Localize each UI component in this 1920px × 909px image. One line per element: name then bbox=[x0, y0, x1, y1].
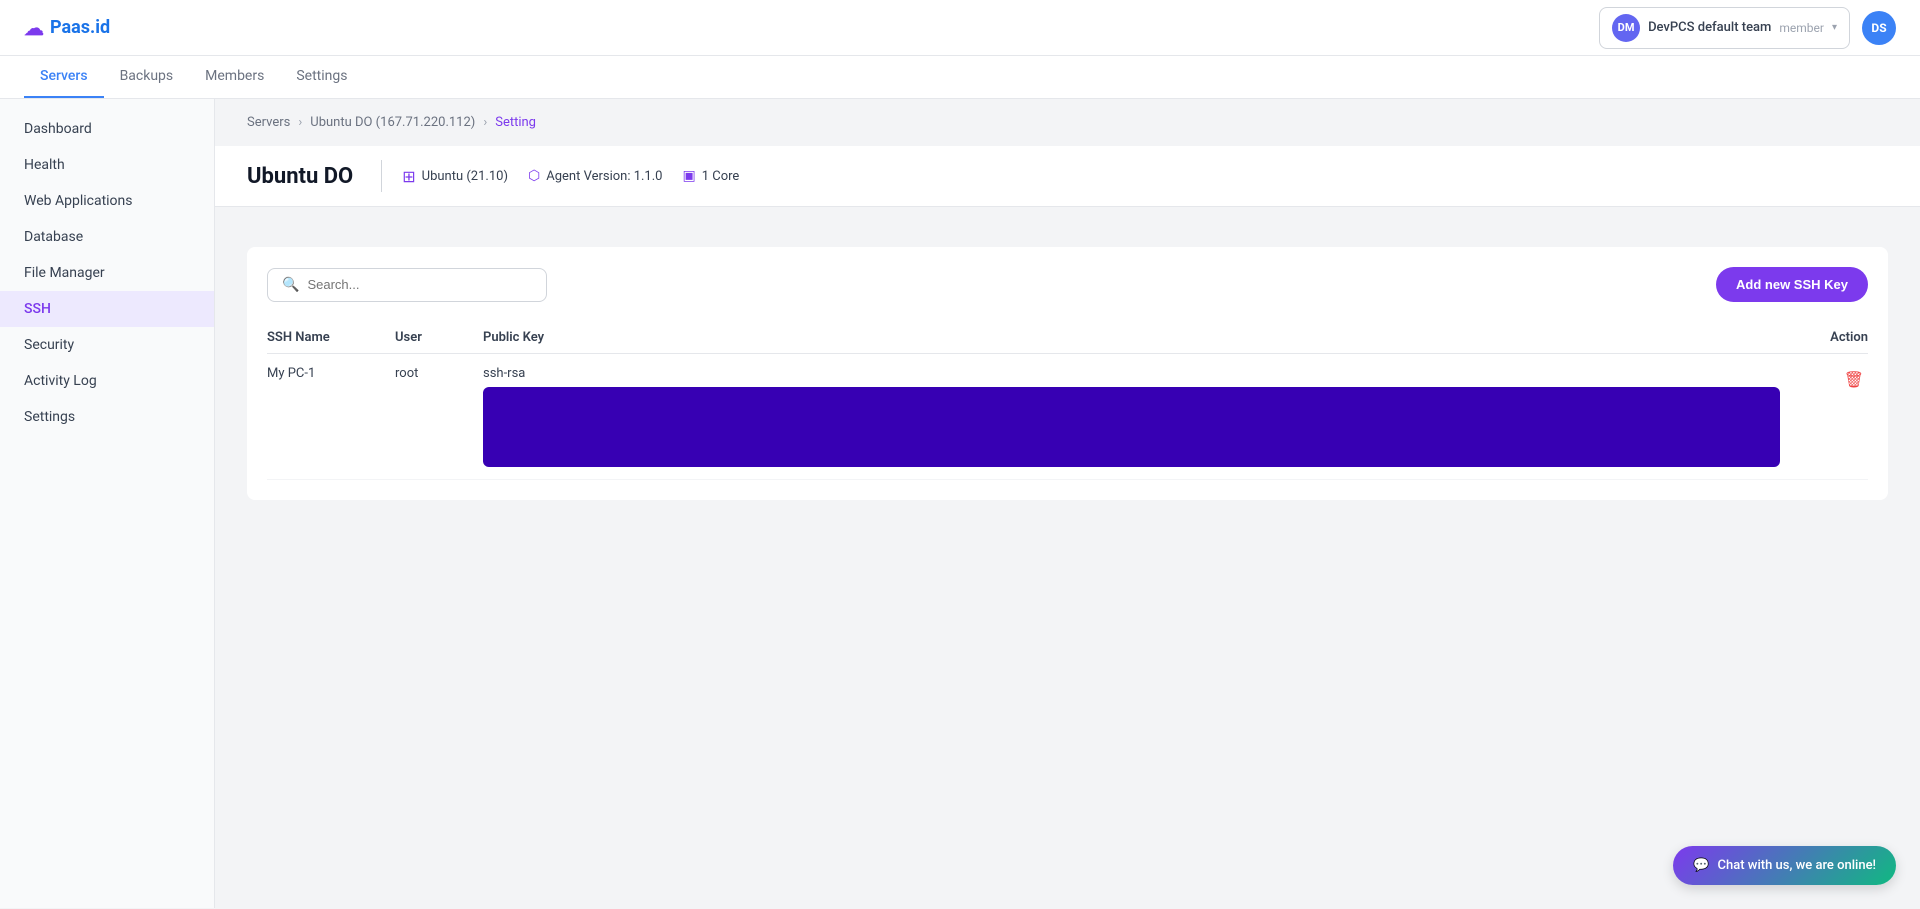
col-header-action: Action bbox=[1788, 330, 1868, 345]
tab-backups[interactable]: Backups bbox=[104, 56, 190, 98]
add-ssh-key-button[interactable]: Add new SSH Key bbox=[1716, 267, 1868, 302]
key-prefix: ssh-rsa bbox=[483, 366, 1780, 381]
chevron-down-icon: ▾ bbox=[1832, 22, 1837, 33]
team-role: member bbox=[1779, 21, 1824, 35]
logo-text: Paas.id bbox=[50, 17, 110, 38]
breadcrumb-servers[interactable]: Servers bbox=[247, 115, 290, 130]
sidebar-item-dashboard[interactable]: Dashboard bbox=[0, 111, 214, 147]
breadcrumb-wrapper: Servers › Ubuntu DO (167.71.220.112) › S… bbox=[215, 99, 1920, 130]
breadcrumb: Servers › Ubuntu DO (167.71.220.112) › S… bbox=[247, 115, 1888, 130]
server-title: Ubuntu DO bbox=[247, 164, 353, 189]
cell-public-key: ssh-rsa bbox=[483, 366, 1780, 467]
chat-widget[interactable]: 💬 Chat with us, we are online! bbox=[1673, 846, 1896, 885]
col-header-public-key: Public Key bbox=[483, 330, 1780, 345]
layers-icon: ⊞ bbox=[402, 167, 415, 186]
sidebar-item-health[interactable]: Health bbox=[0, 147, 214, 183]
server-meta-agent: ⬡ Agent Version: 1.1.0 bbox=[528, 168, 662, 184]
sidebar-label-activity-log: Activity Log bbox=[24, 373, 97, 389]
ssh-card: 🔍 Add new SSH Key SSH Name User Public K… bbox=[247, 247, 1888, 500]
sidebar-label-security: Security bbox=[24, 337, 74, 353]
sidebar-item-settings[interactable]: Settings bbox=[0, 399, 214, 435]
cloud-icon: ☁ bbox=[24, 16, 44, 40]
main-area: Servers › Ubuntu DO (167.71.220.112) › S… bbox=[215, 99, 1920, 908]
cell-action: 🗑 bbox=[1788, 366, 1868, 394]
logo: ☁ Paas.id bbox=[24, 16, 110, 40]
sidebar-label-web-applications: Web Applications bbox=[24, 193, 133, 209]
server-agent: Agent Version: 1.1.0 bbox=[546, 169, 662, 184]
chat-label: Chat with us, we are online! bbox=[1718, 858, 1876, 873]
server-divider bbox=[381, 160, 382, 192]
key-block bbox=[483, 387, 1780, 467]
sidebar: Dashboard Health Web Applications Databa… bbox=[0, 99, 215, 908]
navbar-right: DM DevPCS default team member ▾ DS bbox=[1599, 7, 1896, 49]
delete-ssh-key-button[interactable]: 🗑 bbox=[1840, 366, 1868, 394]
sidebar-item-web-applications[interactable]: Web Applications bbox=[0, 183, 214, 219]
sidebar-label-file-manager: File Manager bbox=[24, 265, 105, 281]
cell-user: root bbox=[395, 366, 475, 381]
sidebar-label-ssh: SSH bbox=[24, 301, 51, 317]
content-area: 🔍 Add new SSH Key SSH Name User Public K… bbox=[215, 207, 1920, 520]
breadcrumb-sep-1: › bbox=[298, 115, 302, 130]
tab-members[interactable]: Members bbox=[189, 56, 280, 98]
server-meta-os: ⊞ Ubuntu (21.10) bbox=[402, 167, 508, 186]
server-meta-core: ▣ 1 Core bbox=[682, 168, 739, 184]
navbar: ☁ Paas.id DM DevPCS default team member … bbox=[0, 0, 1920, 56]
tab-servers[interactable]: Servers bbox=[24, 56, 104, 98]
breadcrumb-current: Setting bbox=[495, 115, 536, 130]
sidebar-item-database[interactable]: Database bbox=[0, 219, 214, 255]
sidebar-item-activity-log[interactable]: Activity Log bbox=[0, 363, 214, 399]
tab-settings[interactable]: Settings bbox=[280, 56, 363, 98]
cpu-icon: ▣ bbox=[682, 168, 695, 184]
team-name: DevPCS default team bbox=[1648, 20, 1771, 35]
table-row: My PC-1 root ssh-rsa 🗑 bbox=[267, 354, 1868, 480]
agent-icon: ⬡ bbox=[528, 168, 540, 184]
search-icon: 🔍 bbox=[282, 277, 299, 293]
col-header-ssh-name: SSH Name bbox=[267, 330, 387, 345]
breadcrumb-server[interactable]: Ubuntu DO (167.71.220.112) bbox=[310, 115, 475, 130]
sidebar-item-security[interactable]: Security bbox=[0, 327, 214, 363]
table-header: SSH Name User Public Key Action bbox=[267, 322, 1868, 354]
team-selector[interactable]: DM DevPCS default team member ▾ bbox=[1599, 7, 1850, 49]
server-os: Ubuntu (21.10) bbox=[422, 169, 508, 184]
sidebar-item-file-manager[interactable]: File Manager bbox=[0, 255, 214, 291]
chat-icon: 💬 bbox=[1693, 858, 1709, 873]
nav-tabs: Servers Backups Members Settings bbox=[0, 56, 1920, 99]
sidebar-label-dashboard: Dashboard bbox=[24, 121, 92, 137]
col-header-user: User bbox=[395, 330, 475, 345]
layout: Dashboard Health Web Applications Databa… bbox=[0, 99, 1920, 908]
server-cores: 1 Core bbox=[702, 169, 740, 184]
user-avatar[interactable]: DS bbox=[1862, 11, 1896, 45]
breadcrumb-sep-2: › bbox=[483, 115, 487, 130]
team-avatar: DM bbox=[1612, 14, 1640, 42]
cell-ssh-name: My PC-1 bbox=[267, 366, 387, 381]
search-box: 🔍 bbox=[267, 268, 547, 302]
sidebar-label-settings: Settings bbox=[24, 409, 75, 425]
sidebar-label-database: Database bbox=[24, 229, 83, 245]
sidebar-label-health: Health bbox=[24, 157, 65, 173]
action-bar: 🔍 Add new SSH Key bbox=[267, 267, 1868, 302]
search-input[interactable] bbox=[307, 277, 532, 292]
sidebar-item-ssh[interactable]: SSH bbox=[0, 291, 214, 327]
server-info-bar: Ubuntu DO ⊞ Ubuntu (21.10) ⬡ Agent Versi… bbox=[215, 146, 1920, 207]
